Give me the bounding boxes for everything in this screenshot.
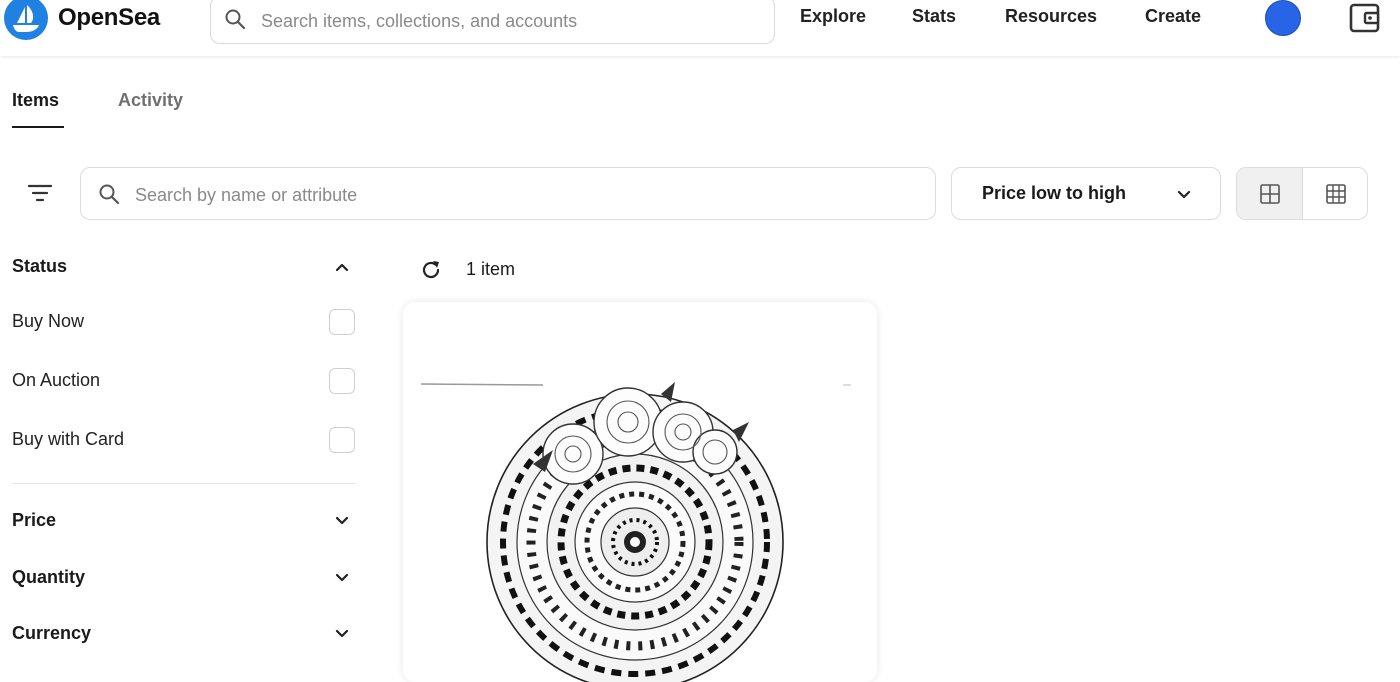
result-count: 1 item <box>466 259 516 279</box>
quantity-filter-header[interactable]: Quantity <box>12 567 85 588</box>
on-auction-checkbox[interactable] <box>329 368 355 394</box>
nav-explore-link[interactable]: Explore <box>800 6 866 27</box>
large-grid-icon <box>1260 184 1280 204</box>
nft-artwork-image <box>403 302 877 682</box>
attribute-search-bar[interactable] <box>80 167 936 220</box>
nft-item-card[interactable] <box>403 302 877 682</box>
chevron-down-icon[interactable] <box>332 568 352 588</box>
large-grid-view-button[interactable] <box>1237 168 1303 219</box>
global-search-bar[interactable] <box>210 0 775 44</box>
search-icon <box>225 9 246 30</box>
profile-avatar[interactable] <box>1265 0 1301 36</box>
buy-with-card-checkbox[interactable] <box>329 427 355 453</box>
tab-items[interactable]: Items <box>12 90 59 111</box>
sort-dropdown-label: Price low to high <box>982 183 1127 203</box>
global-search-input[interactable] <box>259 3 763 39</box>
nav-stats-link[interactable]: Stats <box>912 6 956 27</box>
search-icon <box>99 184 120 205</box>
nav-resources-link[interactable]: Resources <box>1005 6 1097 27</box>
wallet-icon[interactable] <box>1348 2 1382 34</box>
chevron-down-icon[interactable] <box>332 511 352 531</box>
small-grid-icon <box>1326 184 1346 204</box>
opensea-logo-icon[interactable] <box>4 0 48 40</box>
sort-dropdown[interactable]: Price low to high <box>951 167 1221 220</box>
attribute-search-input[interactable] <box>133 177 917 213</box>
active-tab-indicator <box>12 126 64 128</box>
refresh-icon[interactable] <box>419 258 443 282</box>
small-grid-view-button[interactable] <box>1303 168 1367 219</box>
view-mode-toggle <box>1236 167 1368 220</box>
price-filter-header[interactable]: Price <box>12 510 56 531</box>
chevron-down-icon[interactable] <box>332 624 352 644</box>
brand-name[interactable]: OpenSea <box>58 4 160 32</box>
sidebar-divider <box>12 483 356 484</box>
currency-filter-header[interactable]: Currency <box>12 623 91 644</box>
status-option-buy-now-label: Buy Now <box>12 311 85 331</box>
chevron-down-icon <box>1177 190 1191 199</box>
nav-create-link[interactable]: Create <box>1145 6 1201 27</box>
chevron-up-icon[interactable] <box>332 257 352 277</box>
status-option-on-auction-label: On Auction <box>12 370 101 390</box>
buy-now-checkbox[interactable] <box>329 309 355 335</box>
filter-icon[interactable] <box>26 180 54 208</box>
status-option-buy-with-card-label: Buy with Card <box>12 429 125 449</box>
status-filter-header[interactable]: Status <box>12 256 67 277</box>
tab-activity[interactable]: Activity <box>118 90 183 111</box>
